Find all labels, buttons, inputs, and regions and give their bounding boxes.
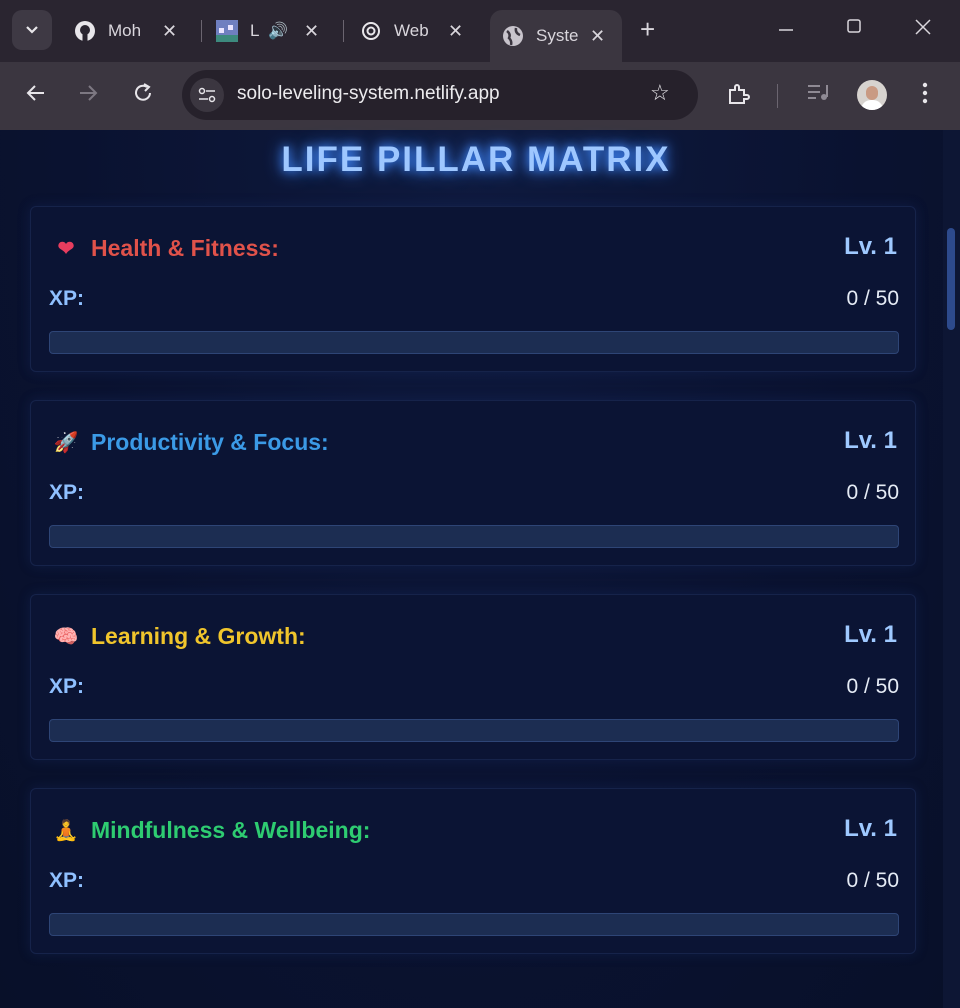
tab-title: Syste <box>536 26 579 45</box>
tab-github[interactable]: Moh ✕ <box>74 14 184 48</box>
close-icon[interactable]: ✕ <box>448 21 463 42</box>
tab-title: Moh <box>108 21 142 40</box>
globe-icon <box>502 25 524 47</box>
pillar-card-productivity: 🚀 Productivity & Focus: Lv. 1 XP: 0 / 50 <box>30 400 916 566</box>
tab-system-active[interactable]: Syste ✕ <box>490 10 622 62</box>
window-close-button[interactable] <box>914 18 932 41</box>
close-icon[interactable]: ✕ <box>590 26 605 47</box>
pillar-card-health: ❤ Health & Fitness: Lv. 1 XP: 0 / 50 <box>30 206 916 372</box>
openai-icon <box>360 20 382 42</box>
xp-value: 0 / 50 <box>846 675 899 698</box>
scrollbar-thumb[interactable] <box>947 228 955 330</box>
tab-title: L <box>250 21 260 40</box>
tab-search-button[interactable] <box>12 10 52 50</box>
close-icon[interactable]: ✕ <box>162 21 177 42</box>
pillar-level: Lv. 1 <box>844 815 897 842</box>
pixel-site-icon <box>216 20 238 42</box>
pillar-title: 🚀 Productivity & Focus: <box>53 429 329 456</box>
heart-icon: ❤ <box>57 238 75 260</box>
xp-label: XP: <box>49 869 85 892</box>
pillar-title: 🧘 Mindfulness & Wellbeing: <box>53 817 371 844</box>
pillar-level: Lv. 1 <box>844 427 897 454</box>
tab-divider <box>201 20 202 42</box>
toolbar-divider <box>777 84 778 108</box>
pillar-title: 🧠 Learning & Growth: <box>53 623 306 650</box>
meditation-icon: 🧘 <box>53 820 79 842</box>
github-icon <box>74 20 96 42</box>
profile-avatar[interactable] <box>857 80 887 110</box>
pillar-name: Mindfulness & Wellbeing: <box>91 817 371 843</box>
pillar-card-learning: 🧠 Learning & Growth: Lv. 1 XP: 0 / 50 <box>30 594 916 760</box>
brain-icon: 🧠 <box>53 626 79 648</box>
xp-value: 0 / 50 <box>846 287 899 310</box>
pillar-name: Productivity & Focus: <box>91 429 329 455</box>
pillar-level: Lv. 1 <box>844 233 897 260</box>
xp-progress-bar <box>49 719 899 742</box>
forward-button[interactable] <box>78 82 100 110</box>
pillar-name: Health & Fitness: <box>91 235 279 261</box>
chevron-down-icon <box>26 26 38 34</box>
site-settings-icon[interactable] <box>190 78 224 112</box>
tab-divider <box>343 20 344 42</box>
maximize-button[interactable] <box>846 18 862 39</box>
xp-value: 0 / 50 <box>846 481 899 504</box>
extensions-puzzle-icon[interactable] <box>726 82 750 112</box>
media-playlist-icon[interactable] <box>806 82 830 108</box>
pillar-card-mindfulness: 🧘 Mindfulness & Wellbeing: Lv. 1 XP: 0 /… <box>30 788 916 954</box>
reload-button[interactable] <box>132 82 154 110</box>
xp-progress-bar <box>49 913 899 936</box>
xp-label: XP: <box>49 287 85 310</box>
pillar-name: Learning & Growth: <box>91 623 306 649</box>
more-menu-icon[interactable] <box>922 82 928 110</box>
minimize-button[interactable] <box>778 18 794 39</box>
speaker-icon[interactable]: 🔊 <box>268 21 288 41</box>
pillar-level: Lv. 1 <box>844 621 897 648</box>
xp-label: XP: <box>49 675 85 698</box>
xp-value: 0 / 50 <box>846 869 899 892</box>
tab-audio[interactable]: L 🔊 ✕ <box>216 14 326 48</box>
tab-title: Web <box>394 21 429 40</box>
close-icon[interactable]: ✕ <box>304 21 319 42</box>
bookmark-star-icon[interactable]: ☆ <box>650 80 670 106</box>
tab-chatgpt[interactable]: Web ✕ <box>360 14 470 48</box>
new-tab-button[interactable]: + <box>640 14 655 45</box>
xp-progress-bar <box>49 331 899 354</box>
page-title: LIFE PILLAR MATRIX <box>281 140 671 179</box>
xp-progress-bar <box>49 525 899 548</box>
xp-label: XP: <box>49 481 85 504</box>
rocket-icon: 🚀 <box>53 432 79 454</box>
back-button[interactable] <box>24 82 46 110</box>
pillar-title: ❤ Health & Fitness: <box>53 235 279 262</box>
url-text[interactable]: solo-leveling-system.netlify.app <box>237 83 500 105</box>
